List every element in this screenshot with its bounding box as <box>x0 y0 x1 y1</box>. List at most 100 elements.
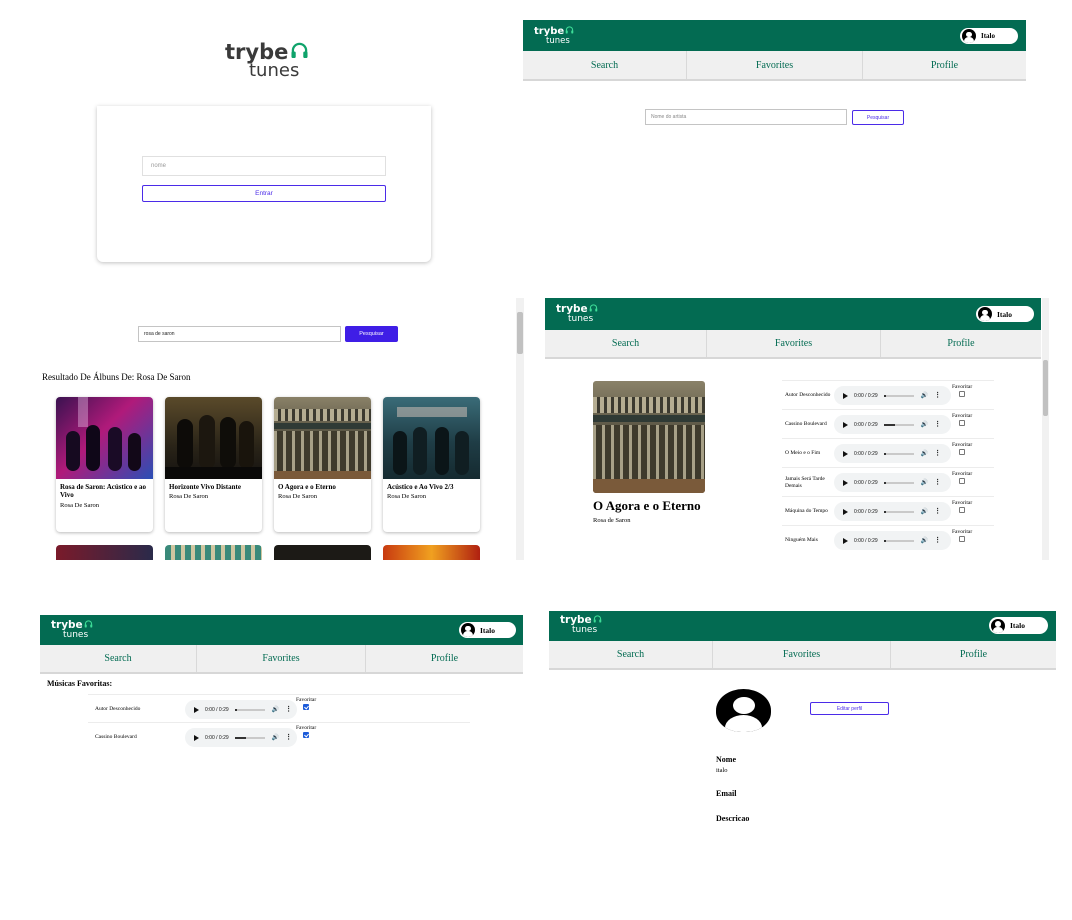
album-card[interactable]: O Agora e o Eterno Rosa De Saron <box>274 397 371 532</box>
favorite-toggle[interactable]: Favoritar <box>952 413 972 426</box>
volume-icon[interactable]: 🔊 <box>921 451 928 457</box>
artist-search-input[interactable]: Nome do artista <box>645 109 847 125</box>
audio-player[interactable]: 0:00 / 0:29 🔊 ⋮ <box>185 728 297 747</box>
name-input[interactable]: nome <box>142 156 386 176</box>
more-options-icon[interactable]: ⋮ <box>934 421 941 428</box>
more-options-icon[interactable]: ⋮ <box>934 450 941 457</box>
play-icon[interactable] <box>843 450 848 457</box>
scrollbar-thumb[interactable] <box>517 312 523 354</box>
volume-icon[interactable]: 🔊 <box>921 393 928 399</box>
tab-profile[interactable]: Profile <box>881 330 1041 357</box>
play-icon[interactable] <box>843 421 848 428</box>
nav-bar: Search Favorites Profile <box>40 645 523 674</box>
audio-player[interactable]: 0:00 / 0:29 🔊 ⋮ <box>834 415 951 434</box>
progress-slider[interactable] <box>883 423 914 426</box>
tab-favorites[interactable]: Favorites <box>687 51 863 79</box>
progress-slider[interactable] <box>234 736 265 739</box>
play-icon[interactable] <box>194 706 199 713</box>
play-icon[interactable] <box>194 734 199 741</box>
more-options-icon[interactable]: ⋮ <box>934 479 941 486</box>
favorite-toggle[interactable]: Favoritar <box>952 529 972 542</box>
audio-player[interactable]: 0:00 / 0:29 🔊 ⋮ <box>185 700 297 719</box>
album-cover[interactable] <box>165 545 262 560</box>
more-options-icon[interactable]: ⋮ <box>934 537 941 544</box>
favorite-toggle[interactable]: Favoritar <box>952 471 972 484</box>
album-card[interactable]: Horizonte Vivo Distante Rosa De Saron <box>165 397 262 532</box>
user-badge[interactable]: Italo <box>976 306 1034 322</box>
search-button[interactable]: Pesquisar <box>852 110 904 125</box>
volume-icon[interactable]: 🔊 <box>921 480 928 486</box>
tab-favorites[interactable]: Favorites <box>197 645 366 672</box>
album-cover[interactable] <box>274 545 371 560</box>
audio-player[interactable]: 0:00 / 0:29 🔊 ⋮ <box>834 444 951 463</box>
tab-profile[interactable]: Profile <box>863 51 1026 79</box>
scrollbar[interactable] <box>1042 298 1049 560</box>
favorite-checkbox[interactable] <box>303 732 310 738</box>
search-button[interactable]: Pesquisar <box>345 326 398 342</box>
tab-search[interactable]: Search <box>523 51 687 79</box>
favorite-toggle[interactable]: Favoritar <box>296 697 316 710</box>
app-header: trybe tunes Italo <box>545 298 1041 330</box>
audio-time: 0:00 / 0:29 <box>205 706 229 713</box>
progress-slider[interactable] <box>883 539 914 542</box>
audio-player[interactable]: 0:00 / 0:29 🔊 ⋮ <box>834 531 951 550</box>
progress-slider[interactable] <box>883 510 914 513</box>
more-options-icon[interactable]: ⋮ <box>285 734 292 741</box>
favorite-checkbox[interactable] <box>959 536 966 542</box>
album-card[interactable]: Rosa de Saron: Acústico e ao Vivo Rosa D… <box>56 397 153 532</box>
more-options-icon[interactable]: ⋮ <box>934 392 941 399</box>
play-icon[interactable] <box>843 537 848 544</box>
headphones-icon <box>290 42 309 63</box>
artist-search-input[interactable]: rosa de saron <box>138 326 341 342</box>
play-icon[interactable] <box>843 479 848 486</box>
album-card[interactable]: Acústico e Ao Vivo 2/3 Rosa De Saron <box>383 397 480 532</box>
album-cover[interactable] <box>383 545 480 560</box>
tab-profile[interactable]: Profile <box>366 645 523 672</box>
tab-profile[interactable]: Profile <box>891 641 1056 668</box>
favorite-checkbox[interactable] <box>959 420 966 426</box>
favorite-checkbox[interactable] <box>303 704 310 710</box>
more-options-icon[interactable]: ⋮ <box>934 508 941 515</box>
description-label: Descricao <box>716 814 750 823</box>
user-badge[interactable]: Italo <box>989 617 1048 634</box>
audio-player[interactable]: 0:00 / 0:29 🔊 ⋮ <box>834 502 951 521</box>
favorite-toggle[interactable]: Favoritar <box>952 442 972 455</box>
track-name: O Meio e o Fim <box>785 450 821 457</box>
volume-icon[interactable]: 🔊 <box>921 509 928 515</box>
favorite-toggle[interactable]: Favoritar <box>952 500 972 513</box>
favorite-checkbox[interactable] <box>959 449 966 455</box>
tab-favorites[interactable]: Favorites <box>713 641 891 668</box>
volume-icon[interactable]: 🔊 <box>921 422 928 428</box>
album-artist: Rosa De Saron <box>387 493 426 501</box>
progress-slider[interactable] <box>234 708 265 711</box>
more-options-icon[interactable]: ⋮ <box>285 706 292 713</box>
progress-slider[interactable] <box>883 394 914 397</box>
track-name: Jamais Será Tarde Demais <box>785 475 825 489</box>
volume-icon[interactable]: 🔊 <box>921 538 928 544</box>
volume-icon[interactable]: 🔊 <box>272 735 279 741</box>
tab-search[interactable]: Search <box>40 645 197 672</box>
favorite-checkbox[interactable] <box>959 507 966 513</box>
favorite-toggle[interactable]: Favoritar <box>952 384 972 397</box>
play-icon[interactable] <box>843 392 848 399</box>
favorite-checkbox[interactable] <box>959 478 966 484</box>
play-icon[interactable] <box>843 508 848 515</box>
tab-search[interactable]: Search <box>545 330 707 357</box>
name-value: italo <box>716 767 728 774</box>
volume-icon[interactable]: 🔊 <box>272 707 279 713</box>
enter-button[interactable]: Entrar <box>142 185 386 202</box>
album-title: Rosa de Saron: Acústico e ao Vivo <box>60 483 147 500</box>
audio-player[interactable]: 0:00 / 0:29 🔊 ⋮ <box>834 386 951 405</box>
album-cover[interactable] <box>56 545 153 560</box>
favorite-toggle[interactable]: Favoritar <box>296 725 316 738</box>
favorite-checkbox[interactable] <box>959 391 966 397</box>
tab-favorites[interactable]: Favorites <box>707 330 881 357</box>
progress-slider[interactable] <box>883 481 914 484</box>
edit-profile-button[interactable]: Editar perfil <box>810 702 889 715</box>
progress-slider[interactable] <box>883 452 914 455</box>
user-badge[interactable]: Italo <box>960 28 1018 44</box>
tab-search[interactable]: Search <box>549 641 713 668</box>
user-badge[interactable]: Italo <box>459 622 516 638</box>
audio-player[interactable]: 0:00 / 0:29 🔊 ⋮ <box>834 473 951 492</box>
scrollbar-thumb[interactable] <box>1043 360 1048 416</box>
